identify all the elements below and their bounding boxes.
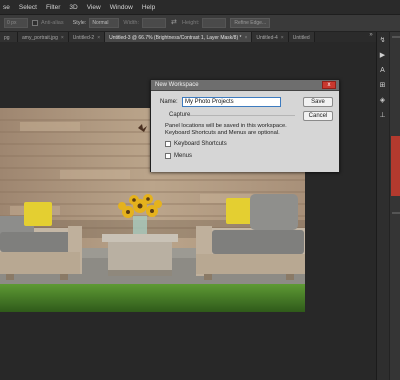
workspace-name-input[interactable]: My Photo Projects [182, 97, 281, 107]
capture-group-label: Capture [169, 112, 191, 118]
menu-item-filter[interactable]: Filter [46, 4, 60, 11]
close-icon[interactable]: x [322, 81, 336, 89]
capture-info-text: Panel locations will be saved in this wo… [165, 123, 287, 136]
name-label: Name: [160, 99, 178, 105]
layers-icon[interactable]: ◈ [378, 96, 387, 105]
refine-edge-button[interactable]: Refine Edge... [230, 18, 271, 28]
dialog-body: Name: My Photo Projects Save Cancel Capt… [151, 91, 339, 172]
new-workspace-dialog: New Workspace x Name: My Photo Projects … [150, 79, 340, 172]
tab-amy-portrait[interactable]: amy_portrait.jpg × [18, 32, 69, 42]
tabs-overflow-icon[interactable]: » [366, 32, 376, 42]
adjustments-icon[interactable]: ⊞ [378, 81, 387, 90]
menu-bar: se Select Filter 3D View Window Help [0, 0, 400, 14]
options-bar: 0 px Anti-alias Style: Normal Width: ⇄ H… [0, 14, 400, 32]
menu-item-3d[interactable]: 3D [69, 4, 77, 11]
keyboard-shortcuts-option[interactable]: Keyboard Shortcuts [165, 141, 227, 147]
tab-close-icon[interactable]: × [97, 35, 100, 41]
document-tabs: pg amy_portrait.jpg × Untitled-2 × Untitle… [0, 32, 376, 42]
menus-checkbox[interactable] [165, 153, 171, 159]
style-label: Style: [72, 20, 87, 26]
panel-grip[interactable] [392, 36, 400, 38]
tab-close-icon[interactable]: × [61, 35, 64, 41]
character-icon[interactable]: A [378, 66, 387, 75]
dialog-title-bar[interactable]: New Workspace x [151, 80, 339, 91]
panel-dock: ↯ ▶ A ⊞ ◈ ⊥ [376, 32, 400, 380]
tab-close-icon[interactable]: × [281, 35, 284, 41]
dialog-title: New Workspace [155, 82, 199, 88]
tab-untitled-3[interactable]: Untitled-3 @ 66.7% (Brightness/Contrast … [105, 32, 253, 42]
tab-untitled-2[interactable]: Untitled-2 × [68, 32, 106, 42]
height-input[interactable] [202, 18, 227, 28]
cancel-button[interactable]: Cancel [303, 111, 333, 121]
color-panel-collapsed [389, 32, 400, 380]
tab-pg[interactable]: pg [0, 32, 18, 42]
menu-item-window[interactable]: Window [110, 4, 133, 11]
color-swatch[interactable] [391, 136, 400, 196]
antialias-label: Anti-alias [41, 20, 64, 26]
width-label: Width: [123, 20, 139, 26]
antialias-checkbox[interactable] [32, 20, 38, 26]
height-label: Height: [181, 20, 200, 26]
keyboard-shortcuts-label: Keyboard Shortcuts [174, 141, 227, 147]
play-icon[interactable]: ▶ [378, 51, 387, 60]
menu-item-help[interactable]: Help [142, 4, 155, 11]
width-input[interactable] [141, 18, 166, 28]
menus-label: Menus [174, 153, 193, 159]
save-button[interactable]: Save [303, 97, 333, 107]
tab-untitled[interactable]: Untitled [288, 32, 315, 42]
panel-grip[interactable] [392, 212, 400, 214]
history-icon[interactable]: ↯ [378, 36, 387, 45]
menu-item-view[interactable]: View [87, 4, 101, 11]
style-select[interactable]: Normal [89, 18, 120, 28]
menus-option[interactable]: Menus [165, 153, 192, 159]
feather-input[interactable]: 0 px [4, 18, 28, 28]
capture-divider [190, 115, 295, 116]
swap-icon[interactable]: ⇄ [170, 19, 178, 27]
paths-icon[interactable]: ⊥ [378, 111, 387, 120]
keyboard-shortcuts-checkbox[interactable] [165, 141, 171, 147]
panel-icons-column: ↯ ▶ A ⊞ ◈ ⊥ [377, 36, 387, 126]
tab-close-icon[interactable]: × [244, 35, 247, 41]
menu-item-select-partial[interactable]: se [3, 4, 10, 11]
menu-item-select[interactable]: Select [19, 4, 37, 11]
tab-untitled-4[interactable]: Untitled-4 × [252, 32, 289, 42]
